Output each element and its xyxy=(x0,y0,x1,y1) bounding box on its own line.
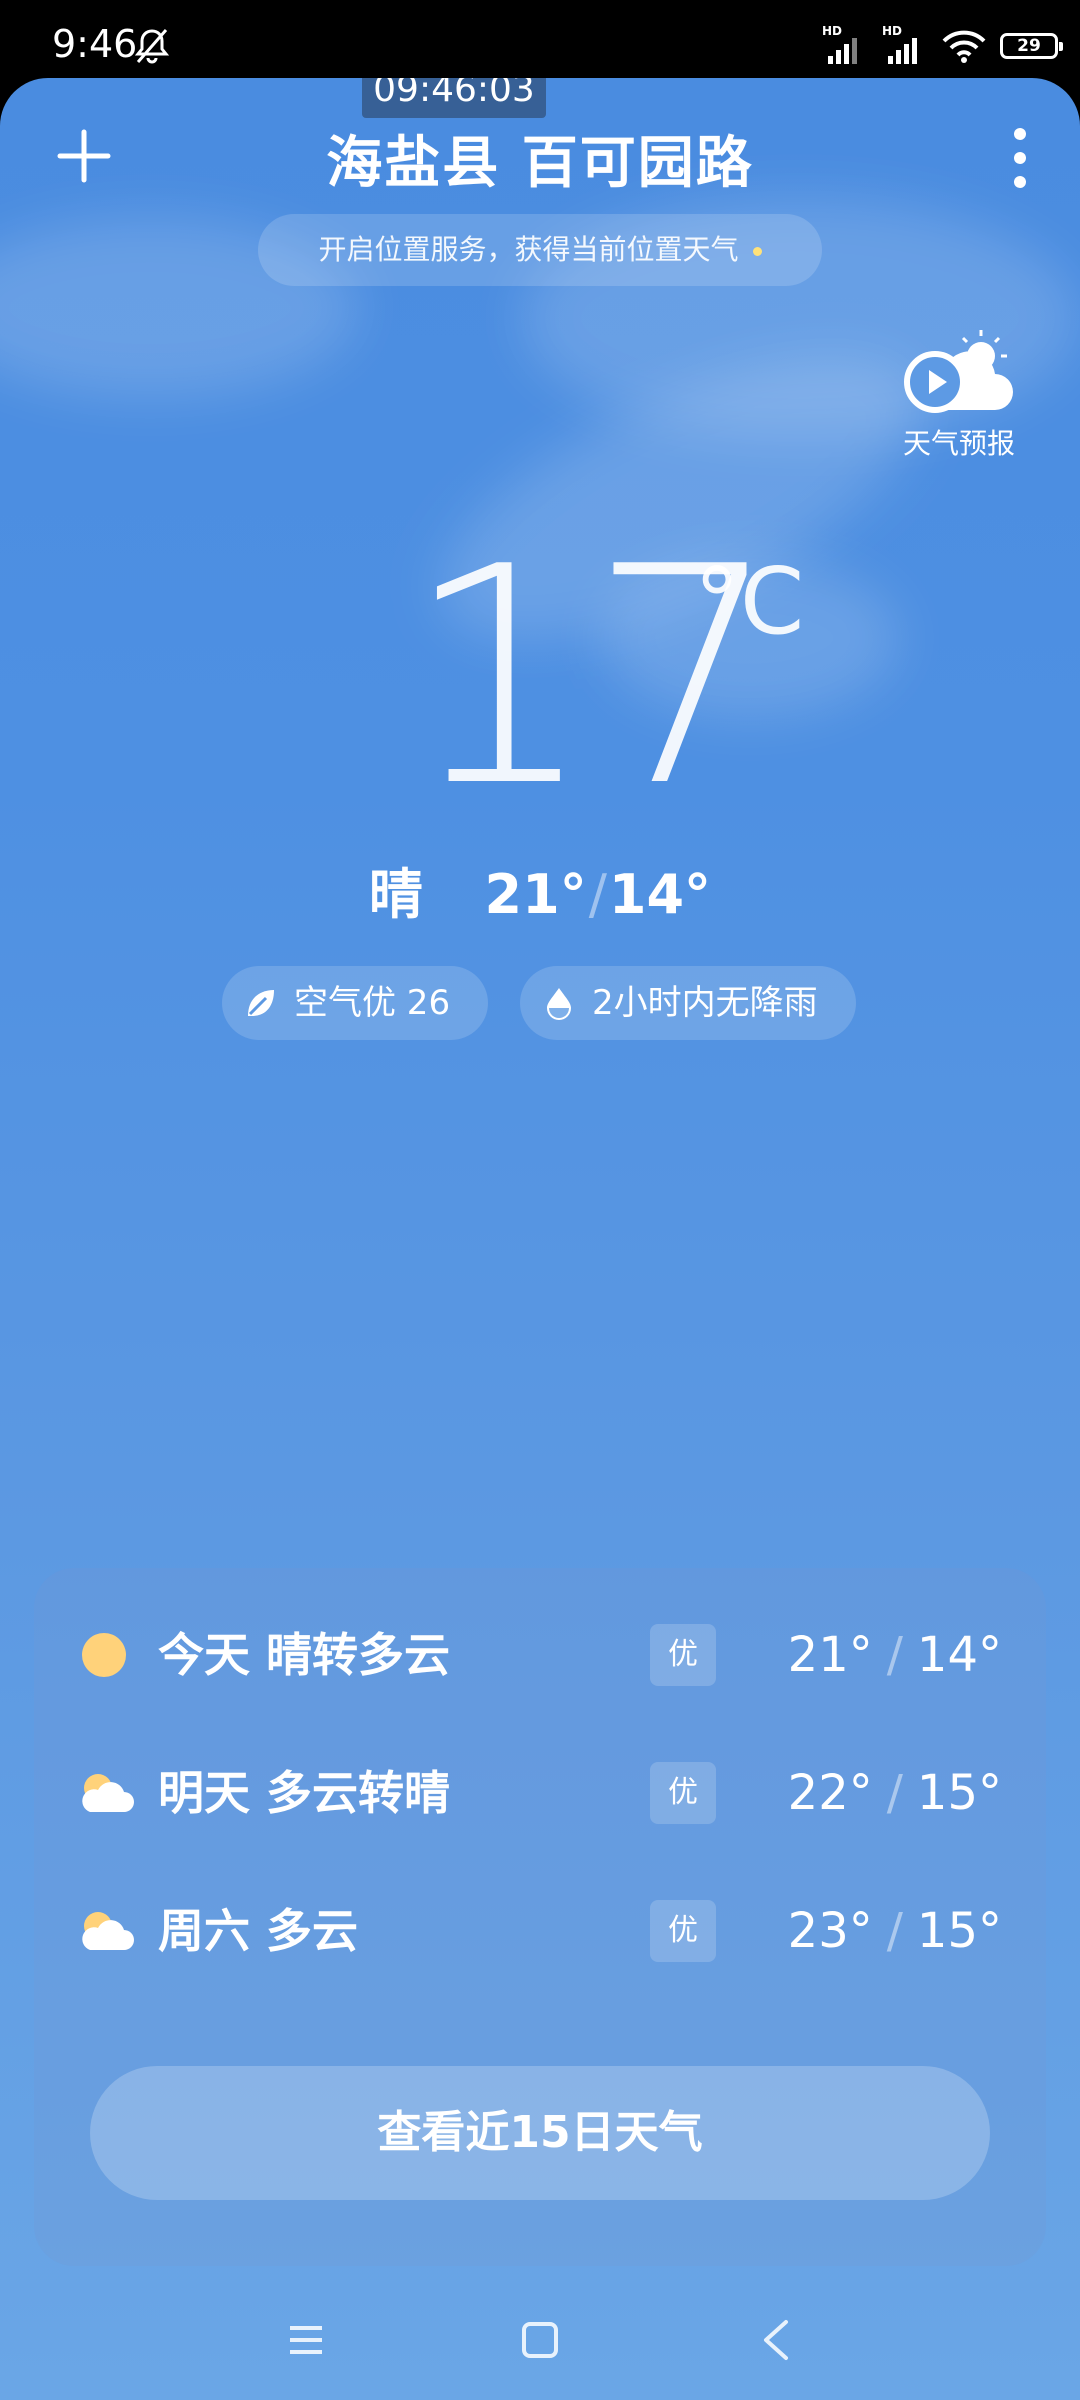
aqi-badge: 优 xyxy=(650,1762,716,1824)
status-icons: HD HD 29 xyxy=(822,24,1063,66)
video-weather-icon xyxy=(904,330,1013,413)
today-low: 14° xyxy=(608,863,712,926)
location-service-text: 开启位置服务，获得当前位置天气 xyxy=(318,233,739,266)
leaf-icon xyxy=(248,990,274,1016)
forecast-row-today[interactable]: 今天 晴转多云 优 21°/14° xyxy=(34,1610,1046,1700)
air-quality-text: 空气优 26 xyxy=(294,983,451,1023)
weather-video-label: 天气预报 xyxy=(902,427,1015,460)
home-icon[interactable] xyxy=(520,2320,560,2360)
battery-icon: 29 xyxy=(1000,33,1063,59)
location-service-banner[interactable]: 开启位置服务，获得当前位置天气 xyxy=(258,214,822,286)
sun-icon xyxy=(82,1633,126,1677)
weather-video-button[interactable]: 天气预报 xyxy=(894,326,1024,462)
signal-icon: HD xyxy=(822,24,868,64)
wifi-icon xyxy=(942,30,986,63)
temperature-unit: °C xyxy=(694,548,805,655)
navigation-bar xyxy=(0,2300,1080,2380)
condition-line: 晴 21°/14° xyxy=(368,863,712,926)
aqi-badge: 优 xyxy=(650,1624,716,1686)
rain-forecast-text: 2小时内无降雨 xyxy=(592,983,818,1023)
partly-cloudy-icon xyxy=(82,1774,134,1812)
forecast-panel: 今天 晴转多云 优 21°/14° 明天 多云转晴 优 22°/15° 周六 多… xyxy=(34,1568,1046,2266)
forecast-temps: 23°/15° xyxy=(787,1903,1002,1959)
weather-app: 海盐县 百可园路 开启位置服务，获得当前位置天气 天气预报 17 °C 晴 21… xyxy=(0,78,1080,2400)
forecast-label: 今天 晴转多云 xyxy=(158,1628,451,1682)
forecast-row-saturday[interactable]: 周六 多云 优 23°/15° xyxy=(34,1886,1046,1976)
condition-text: 晴 xyxy=(368,863,423,926)
forecast-temps: 22°/15° xyxy=(787,1765,1002,1821)
water-drop-icon xyxy=(547,988,571,1020)
forecast-row-tomorrow[interactable]: 明天 多云转晴 优 22°/15° xyxy=(34,1748,1046,1838)
more-options-icon[interactable] xyxy=(1008,126,1032,190)
menu-icon[interactable] xyxy=(286,2320,326,2360)
location-title[interactable]: 海盐县 百可园路 xyxy=(0,118,1080,199)
status-bar: 9:46 HD HD 29 xyxy=(0,0,1080,80)
forecast-temps: 21°/14° xyxy=(787,1627,1002,1683)
view-15-day-button[interactable]: 查看近15日天气 xyxy=(90,2066,990,2200)
notification-dot xyxy=(752,246,762,256)
forecast-label: 周六 多云 xyxy=(158,1904,359,1958)
partly-cloudy-icon xyxy=(82,1912,134,1950)
aqi-badge: 优 xyxy=(650,1900,716,1962)
back-icon[interactable] xyxy=(758,2318,794,2362)
today-high: 21° xyxy=(484,863,587,926)
air-quality-chip[interactable]: 空气优 26 xyxy=(222,966,488,1040)
signal-icon: HD xyxy=(882,24,928,64)
forecast-label: 明天 多云转晴 xyxy=(158,1766,451,1820)
bell-off-icon xyxy=(134,29,170,64)
overlay-clock: 09:46:03 xyxy=(362,78,546,118)
rain-forecast-chip[interactable]: 2小时内无降雨 xyxy=(520,966,856,1040)
status-time: 9:46 xyxy=(52,22,138,66)
